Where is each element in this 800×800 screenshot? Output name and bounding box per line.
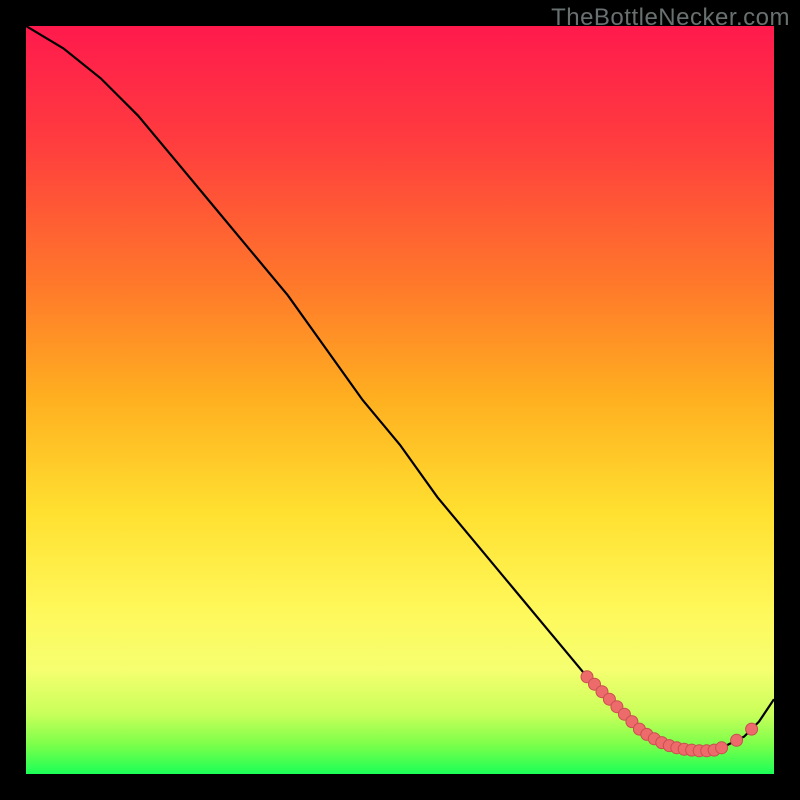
chart-frame: TheBottleNecker.com [0, 0, 800, 800]
chart-svg [26, 26, 774, 774]
curve-marker [746, 723, 758, 735]
plot-area [26, 26, 774, 774]
curve-marker [716, 742, 728, 754]
curve-marker [731, 734, 743, 746]
bottleneck-curve [26, 26, 774, 752]
